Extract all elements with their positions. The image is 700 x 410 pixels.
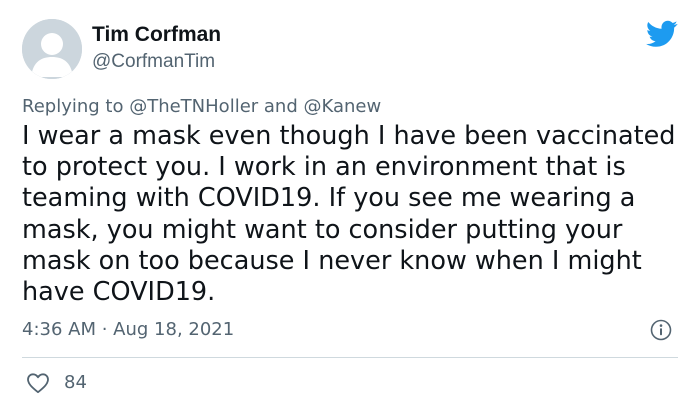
avatar[interactable] [22, 19, 82, 79]
author-name[interactable]: Tim Corfman [92, 22, 221, 48]
like-count: 84 [64, 372, 87, 393]
tweet-date: Aug 18, 2021 [113, 319, 235, 340]
replying-to-label: Replying to [22, 96, 130, 117]
default-avatar-icon [22, 19, 82, 79]
mention-link-kanew[interactable]: @Kanew [303, 96, 381, 117]
tweet-text: I wear a mask even though I have been va… [22, 121, 676, 308]
replying-to-conjunction: and [258, 96, 304, 117]
heart-icon [27, 373, 49, 394]
author-handle[interactable]: @CorfmanTim [92, 50, 215, 74]
tweet-card: Tim Corfman @CorfmanTim Replying to @The… [0, 0, 700, 410]
twitter-bird-icon[interactable] [646, 20, 678, 48]
replying-to: Replying to @TheTNHoller and @Kanew [22, 95, 381, 119]
timestamp-separator: · [96, 319, 114, 340]
tweet-timestamp[interactable]: 4:36 AM · Aug 18, 2021 [22, 318, 234, 342]
mention-link-thetnholler[interactable]: @TheTNHoller [129, 96, 258, 117]
like-button[interactable]: 84 [26, 372, 87, 394]
tweet-time: 4:36 AM [22, 319, 96, 340]
divider [22, 357, 678, 358]
info-icon[interactable] [650, 319, 672, 341]
